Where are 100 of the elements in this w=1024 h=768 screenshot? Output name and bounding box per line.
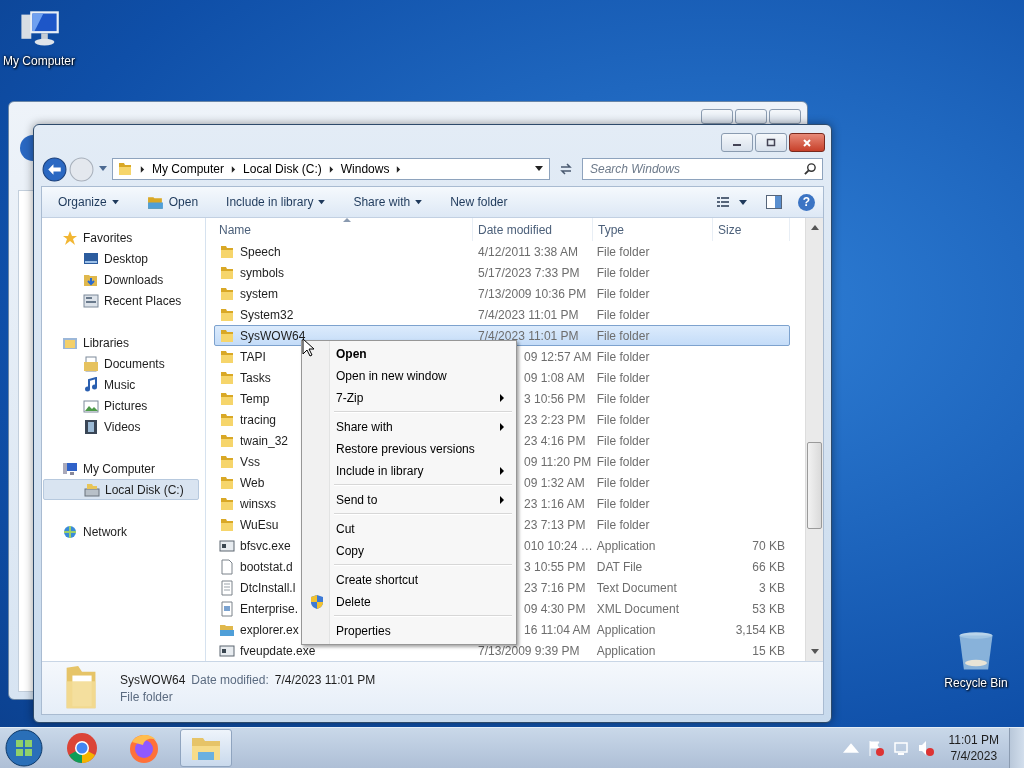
speaker-icon[interactable] xyxy=(917,740,934,756)
folder-icon xyxy=(219,306,235,323)
menu-item[interactable]: Send to xyxy=(304,489,514,511)
nav-item[interactable]: Network xyxy=(43,521,199,542)
folder-icon xyxy=(219,327,235,344)
search-field[interactable]: Search Windows xyxy=(582,158,823,181)
nav-item[interactable]: Documents xyxy=(43,353,199,374)
back-button[interactable] xyxy=(42,156,67,182)
videos-icon xyxy=(83,418,99,435)
column-header[interactable]: Size xyxy=(713,218,790,241)
music-icon xyxy=(83,376,99,393)
menu-item[interactable]: Restore previous versions xyxy=(304,438,514,460)
breadcrumb[interactable]: My Computer xyxy=(152,162,225,177)
nav-item[interactable]: Videos xyxy=(43,416,199,437)
menu-item[interactable]: Properties xyxy=(304,620,514,642)
scroll-up-icon[interactable] xyxy=(810,225,819,230)
nav-item[interactable]: Local Disk (C:) xyxy=(43,479,199,500)
desktop-icon-label[interactable]: Recycle Bin xyxy=(944,676,1008,690)
nav-item[interactable]: My Computer xyxy=(43,458,199,479)
help-button[interactable]: ? xyxy=(798,193,815,211)
file-size: 15 KB xyxy=(752,643,785,658)
date-modified: 3 10:56 PM xyxy=(524,391,586,406)
star-icon xyxy=(62,229,78,246)
chevron-icon[interactable] xyxy=(396,165,402,173)
search-icon[interactable] xyxy=(804,162,817,176)
toolbar-button[interactable]: Organize xyxy=(52,192,125,212)
folder-icon xyxy=(219,243,235,260)
minimize-icon xyxy=(733,144,741,146)
menu-item[interactable]: Include in library xyxy=(304,460,514,482)
menu-item[interactable]: Open in new window xyxy=(304,365,514,387)
close-button[interactable] xyxy=(789,133,825,152)
breadcrumb[interactable]: Local Disk (C:) xyxy=(243,162,322,177)
minimize-button[interactable] xyxy=(721,133,753,152)
file-type: File folder xyxy=(596,370,650,385)
column-header[interactable]: Name xyxy=(214,218,473,241)
clock-date[interactable]: 7/4/2023 xyxy=(950,749,998,763)
column-header[interactable]: Type xyxy=(593,218,713,241)
view-options-icon[interactable] xyxy=(716,196,748,208)
back-button[interactable] xyxy=(17,134,33,162)
date-modified: 23 7:16 PM xyxy=(524,580,586,595)
scroll-down-icon[interactable] xyxy=(810,649,819,654)
menu-item[interactable]: Share with xyxy=(304,416,514,438)
file-type: File folder xyxy=(596,412,650,427)
preview-pane-icon[interactable] xyxy=(766,195,782,209)
file-size: 3 KB xyxy=(759,580,785,595)
nav-item[interactable]: Music xyxy=(43,374,199,395)
recent-icon xyxy=(83,292,99,309)
dropdown-icon[interactable] xyxy=(535,166,543,173)
date-modified: 7/4/2023 11:01 PM xyxy=(478,307,579,322)
date-modified: 3 10:55 PM xyxy=(524,559,586,574)
drive-icon xyxy=(84,481,100,498)
nav-item[interactable]: Favorites xyxy=(43,227,199,248)
menu-item[interactable]: Copy xyxy=(304,540,514,562)
file-type: File folder xyxy=(596,328,650,343)
chevron-icon[interactable] xyxy=(231,165,237,173)
maximize-button[interactable] xyxy=(755,133,787,152)
column-header[interactable]: Date modified xyxy=(473,218,593,241)
file-name: explorer.ex xyxy=(240,622,299,637)
folder-icon xyxy=(219,474,235,491)
close-button[interactable] xyxy=(769,109,801,124)
toolbar-button[interactable]: Share with xyxy=(347,192,429,212)
desktop-icon-label[interactable]: My Computer xyxy=(3,54,75,68)
nav-item[interactable]: Downloads xyxy=(43,269,199,290)
nav-item[interactable]: Desktop xyxy=(43,248,199,269)
chevron-icon[interactable] xyxy=(140,165,145,173)
maximize-icon xyxy=(766,137,776,148)
menu-item[interactable]: Delete xyxy=(304,591,514,613)
file-type: Application xyxy=(596,643,656,658)
start-button[interactable] xyxy=(4,728,44,768)
minimize-button[interactable] xyxy=(701,109,733,124)
firefox-icon xyxy=(128,732,160,764)
address-bar[interactable]: My Computer Local Disk (C:) Windows xyxy=(112,158,550,181)
breadcrumb[interactable]: Windows xyxy=(340,162,390,177)
file-name: Web xyxy=(240,475,265,490)
menu-item[interactable]: Cut xyxy=(304,518,514,540)
documents-icon xyxy=(83,355,99,372)
file-name: system xyxy=(240,286,278,301)
file-size: 70 KB xyxy=(752,538,785,553)
file-type: File folder xyxy=(596,433,650,448)
file-name: winsxs xyxy=(240,496,276,511)
toolbar-button[interactable]: Include in library xyxy=(220,192,332,212)
date-value: 7/4/2023 11:01 PM xyxy=(274,672,376,687)
menu-item[interactable]: 7-Zip xyxy=(304,387,514,409)
flag-icon[interactable] xyxy=(867,740,884,756)
toolbar-button[interactable]: Open xyxy=(140,190,205,214)
chevron-icon[interactable] xyxy=(328,165,334,173)
toolbar-button[interactable]: New folder xyxy=(444,192,514,212)
date-modified: 7/4/2023 11:01 PM xyxy=(478,328,579,343)
file-name: Tasks xyxy=(240,370,271,385)
scrollbar-thumb[interactable] xyxy=(807,442,822,529)
menu-item[interactable]: Create shortcut xyxy=(304,569,514,591)
maximize-button[interactable] xyxy=(735,109,767,124)
clock-time[interactable]: 11:01 PM xyxy=(948,733,999,747)
file-name: twain_32 xyxy=(240,433,289,448)
nav-item[interactable]: Pictures xyxy=(43,395,199,416)
scrollbar[interactable] xyxy=(805,218,823,661)
caret-icon[interactable] xyxy=(99,166,107,173)
nav-item[interactable]: Libraries xyxy=(43,332,199,353)
date-modified: 09 12:57 AM xyxy=(524,349,592,364)
nav-item[interactable]: Recent Places xyxy=(43,290,199,311)
